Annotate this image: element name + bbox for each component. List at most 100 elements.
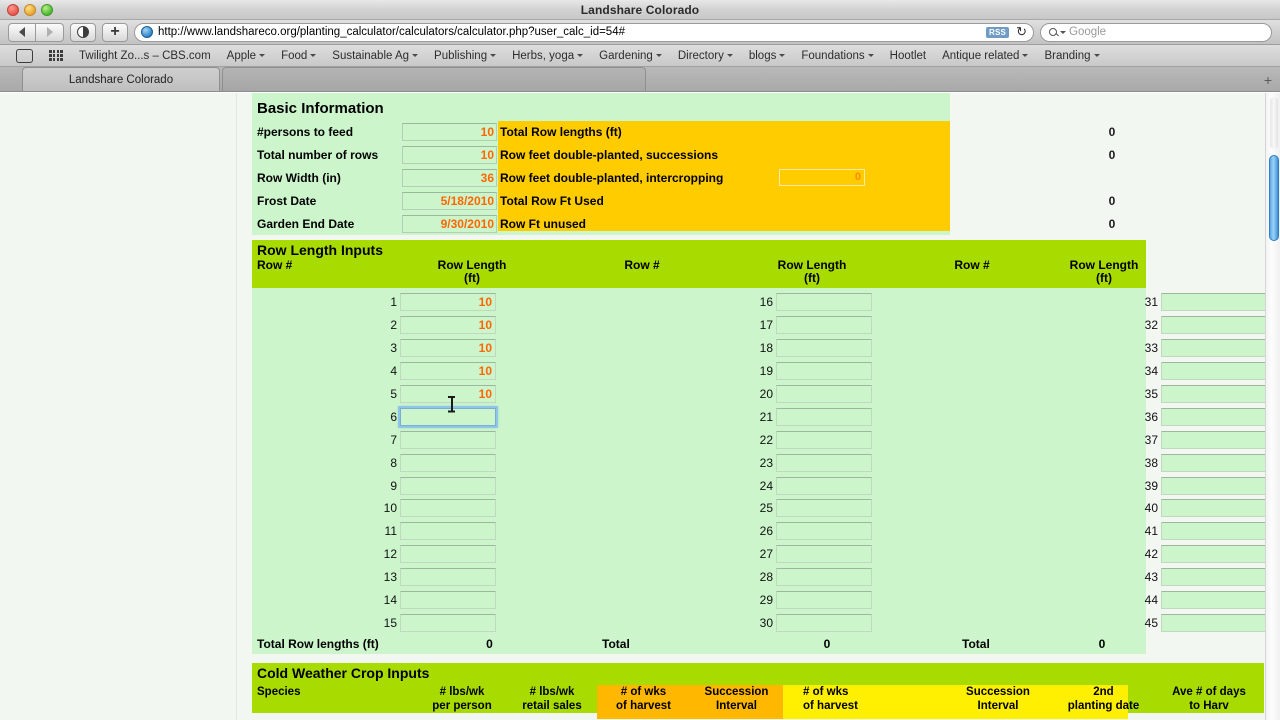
tab-empty[interactable] [222, 67, 646, 91]
field-label: Frost Date [257, 193, 317, 208]
row-number-label: 6 [390, 409, 397, 424]
row-length-input-30[interactable] [776, 613, 872, 632]
row-length-cell: 10 [252, 499, 496, 518]
intercropping-input[interactable]: 0 [779, 169, 865, 186]
row-number-label: 4 [390, 364, 397, 379]
col-header-wks-harvest-2: # of wks of harvest [783, 682, 943, 713]
window-controls[interactable] [7, 4, 53, 16]
row-length-input-29[interactable] [776, 591, 872, 610]
row-length-input-8[interactable] [400, 453, 496, 472]
forward-button[interactable] [36, 22, 64, 42]
bookmark-item[interactable]: Gardening [591, 50, 670, 62]
row-length-input-24[interactable] [776, 476, 872, 495]
row-length-input-36[interactable] [1161, 407, 1269, 426]
bookmark-item[interactable]: Branding [1036, 50, 1107, 62]
bookmark-item[interactable]: Herbs, yoga [504, 50, 591, 62]
scrollbar-track[interactable] [1270, 97, 1278, 149]
bookmark-item[interactable]: Sustainable Ag [324, 50, 426, 62]
bookmark-label: Antique related [942, 49, 1020, 62]
row-length-input-21[interactable] [776, 407, 872, 426]
row-length-input-25[interactable] [776, 499, 872, 518]
row-length-input-26[interactable] [776, 522, 872, 541]
add-bookmark-button[interactable]: + [102, 22, 128, 42]
bookmark-item[interactable]: Foundations [793, 50, 881, 62]
row-length-input-15[interactable] [400, 613, 496, 632]
row-length-input-33[interactable] [1161, 339, 1269, 358]
address-bar[interactable]: http://www.landshareco.org/planting_calc… [134, 22, 1034, 42]
row-length-cell: 32 [1019, 316, 1269, 335]
row-length-input-35[interactable] [1161, 385, 1269, 403]
bookmark-item[interactable]: Publishing [426, 50, 504, 62]
row-length-input-4[interactable]: 10 [400, 362, 496, 381]
row-length-input-23[interactable] [776, 453, 872, 472]
row-length-input-13[interactable] [400, 568, 496, 587]
row-length-input-45[interactable] [1161, 613, 1269, 632]
row-length-input-22[interactable] [776, 430, 872, 449]
garden-end-date-input[interactable]: 9/30/2010 [402, 214, 497, 233]
bookmark-label: Branding [1044, 49, 1091, 62]
chevron-down-icon[interactable] [1060, 30, 1066, 34]
new-tab-button[interactable]: + [1264, 73, 1272, 87]
bookmark-item[interactable]: Twilight Zo...s – CBS.com [71, 50, 219, 62]
share-button[interactable] [70, 22, 96, 42]
row-length-input-14[interactable] [400, 591, 496, 610]
basic-info-row: Row Width (in) 36 Row feet double-plante… [252, 166, 950, 189]
row-length-input-12[interactable] [400, 545, 496, 564]
row-length-input-9[interactable] [400, 476, 496, 495]
row-number-label: 35 [1144, 387, 1158, 401]
back-button[interactable] [8, 22, 36, 42]
row-length-input-32[interactable] [1161, 316, 1269, 335]
bookmark-item[interactable]: blogs [741, 50, 794, 62]
bookmark-item[interactable]: Directory [670, 50, 741, 62]
row-length-input-38[interactable] [1161, 453, 1269, 472]
frost-date-input[interactable]: 5/18/2010 [402, 191, 497, 210]
row-length-input-7[interactable] [400, 430, 496, 449]
row-width-input[interactable]: 36 [402, 168, 497, 187]
row-length-input-2[interactable]: 10 [400, 316, 496, 335]
row-length-input-40[interactable] [1161, 499, 1269, 518]
vertical-scrollbar[interactable] [1265, 93, 1280, 720]
persons-to-feed-input[interactable]: 10 [402, 122, 497, 141]
bookmark-item[interactable]: Apple [219, 50, 273, 62]
col-header-row-num-3: Row # [882, 259, 1062, 285]
show-sidebar-button[interactable] [8, 49, 41, 63]
bookmark-item[interactable]: Food [273, 50, 324, 62]
row-length-input-3[interactable]: 10 [400, 339, 496, 358]
close-window-button[interactable] [7, 4, 19, 16]
row-length-input-10[interactable] [400, 499, 496, 518]
row-length-input-27[interactable] [776, 545, 872, 564]
row-length-input-41[interactable] [1161, 522, 1269, 541]
row-length-input-34[interactable] [1161, 362, 1269, 381]
row-length-input-37[interactable] [1161, 430, 1269, 449]
row-length-input-42[interactable] [1161, 545, 1269, 564]
row-length-input-17[interactable] [776, 316, 872, 335]
row-length-input-20[interactable] [776, 385, 872, 403]
basic-info-row: #persons to feed 10 Total Row lengths (f… [252, 120, 1115, 143]
row-length-cell: 45 [1019, 613, 1269, 632]
row-length-input-39[interactable] [1161, 476, 1269, 495]
row-number-label: 17 [759, 318, 773, 333]
row-length-input-11[interactable] [400, 522, 496, 541]
row-length-input-31[interactable] [1161, 293, 1269, 312]
search-field[interactable]: Google [1040, 22, 1272, 42]
zoom-window-button[interactable] [41, 4, 53, 16]
total-number-of-rows-input[interactable]: 10 [402, 145, 497, 164]
row-length-input-28[interactable] [776, 568, 872, 587]
minimize-window-button[interactable] [24, 4, 36, 16]
rss-badge[interactable]: RSS [986, 26, 1010, 38]
reload-icon[interactable]: ↻ [1014, 24, 1029, 40]
row-length-input-19[interactable] [776, 362, 872, 381]
row-length-input-44[interactable] [1161, 591, 1269, 610]
search-icon [1049, 28, 1057, 36]
row-length-row: 12 27 42 [252, 543, 1269, 566]
bookmark-item[interactable]: Antique related [934, 50, 1036, 62]
bookmark-item[interactable]: Hootlet [882, 50, 934, 62]
top-sites-button[interactable] [41, 50, 71, 61]
row-length-input-16[interactable] [776, 293, 872, 312]
row-length-input-43[interactable] [1161, 568, 1269, 587]
row-length-input-1[interactable]: 10 [400, 293, 496, 312]
row-length-input-18[interactable] [776, 339, 872, 358]
scrollbar-thumb[interactable] [1269, 155, 1279, 241]
row-length-cell: 17 [631, 316, 872, 335]
tab-landshare-colorado[interactable]: Landshare Colorado [22, 67, 220, 91]
